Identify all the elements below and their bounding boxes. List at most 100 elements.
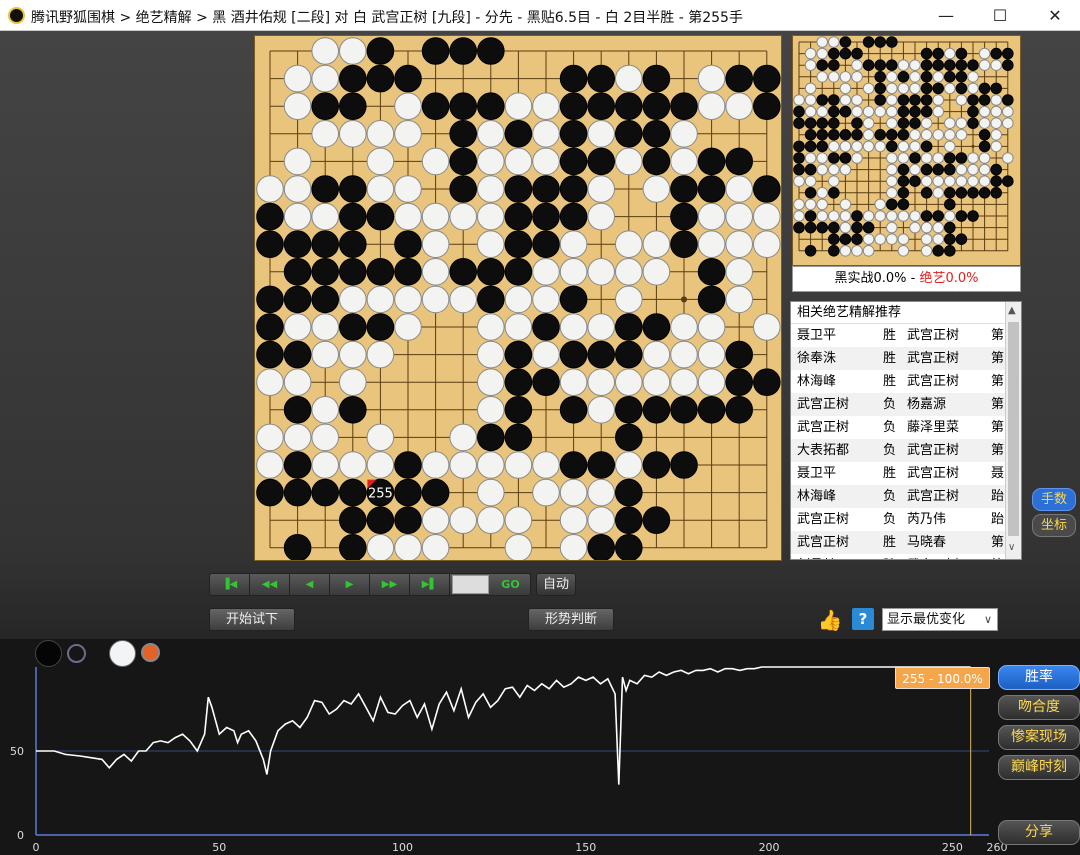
white-stone bbox=[283, 175, 312, 203]
forward-many-icon[interactable]: ▶▶ bbox=[370, 574, 410, 595]
black-ai-toggle[interactable] bbox=[67, 644, 86, 663]
black-stone bbox=[449, 120, 477, 148]
black-stone bbox=[587, 534, 615, 560]
recommend-row[interactable]: 大表拓都 负武宫正树 第 bbox=[791, 439, 1021, 462]
winrate-line bbox=[36, 666, 971, 785]
black-stone bbox=[670, 175, 698, 203]
recommend-row[interactable]: 武宫正树 负芮乃伟 跆 bbox=[791, 508, 1021, 531]
match-rate-button[interactable]: 吻合度 bbox=[998, 695, 1080, 720]
recommend-row[interactable]: 武宫正树 胜马晓春 第 bbox=[791, 531, 1021, 554]
back-one-icon[interactable]: ◀ bbox=[290, 574, 330, 595]
white-stone bbox=[670, 120, 698, 148]
white-stone bbox=[967, 175, 979, 187]
auto-play-button[interactable]: 自动 bbox=[536, 573, 576, 596]
white-stone bbox=[477, 313, 505, 341]
scroll-down-icon[interactable]: ∨ bbox=[1008, 542, 1015, 553]
recommend-row[interactable]: 武宫正树 负藤泽里菜 第 bbox=[791, 416, 1021, 439]
black-stone bbox=[504, 175, 533, 203]
black-stone bbox=[366, 202, 395, 231]
recommend-row[interactable]: 刘昌赫 胜 武宫正树 第 bbox=[791, 554, 1021, 559]
go-board-canvas[interactable]: 255 bbox=[255, 36, 781, 560]
black-stone bbox=[394, 230, 422, 258]
show-coordinates-button[interactable]: 坐标 bbox=[1032, 514, 1076, 537]
black-stone bbox=[932, 47, 944, 60]
white-ai-toggle[interactable] bbox=[141, 643, 160, 662]
forward-one-icon[interactable]: ▶ bbox=[330, 574, 370, 595]
white-stone bbox=[955, 117, 968, 129]
back-many-icon[interactable]: ◀◀ bbox=[250, 574, 290, 595]
recommend-scrollbar[interactable]: ▲ ∨ bbox=[1005, 302, 1021, 559]
black-stone bbox=[283, 230, 312, 258]
go-button[interactable]: GO bbox=[492, 573, 529, 596]
share-button[interactable]: 分享 bbox=[998, 820, 1080, 845]
black-stone bbox=[944, 198, 956, 211]
start-try-button[interactable]: 开始试下 bbox=[209, 608, 295, 631]
recommend-row[interactable]: 林海峰 负武宫正树 跆 bbox=[791, 485, 1021, 508]
black-stone bbox=[615, 120, 643, 148]
black-stone bbox=[909, 175, 921, 187]
black-stone bbox=[587, 92, 616, 120]
white-stone bbox=[394, 534, 422, 560]
recommend-row[interactable]: 林海峰 胜武宫正树 第 bbox=[791, 370, 1021, 393]
go-board[interactable]: 255 bbox=[254, 35, 782, 561]
white-stone bbox=[477, 175, 505, 203]
recommend-event: 第 bbox=[991, 420, 1005, 435]
scroll-up-icon[interactable]: ▲ bbox=[1008, 305, 1016, 316]
black-player-toggle[interactable] bbox=[35, 640, 62, 667]
white-stone bbox=[642, 175, 671, 203]
white-stone bbox=[587, 120, 616, 148]
last-move-icon[interactable]: ▶▌ bbox=[410, 574, 450, 595]
recommend-row[interactable]: 武宫正树 负杨嘉源 第 bbox=[791, 393, 1021, 416]
maximize-button[interactable]: ☐ bbox=[976, 0, 1024, 31]
close-button[interactable]: ✕ bbox=[1031, 0, 1079, 31]
black-stone bbox=[642, 451, 671, 479]
white-stone bbox=[394, 285, 422, 314]
white-stone bbox=[874, 105, 886, 118]
white-stone bbox=[874, 140, 886, 153]
black-stone bbox=[944, 221, 956, 234]
variation-select[interactable]: 显示最优变化 ∨ bbox=[882, 608, 998, 631]
help-icon[interactable]: ? bbox=[852, 608, 874, 630]
recommend-player-b: 芮乃伟 bbox=[907, 512, 947, 527]
minimize-button[interactable]: — bbox=[922, 0, 970, 31]
black-stone bbox=[978, 94, 991, 106]
white-stone bbox=[477, 340, 505, 369]
black-stone bbox=[804, 210, 817, 222]
white-stone bbox=[909, 210, 921, 222]
recommend-player-b: 马晓春 bbox=[907, 535, 947, 550]
black-stone bbox=[559, 92, 588, 120]
white-stone bbox=[886, 82, 898, 95]
white-stone bbox=[532, 258, 560, 286]
recommend-row[interactable]: 聂卫平 胜武宫正树 第 bbox=[791, 324, 1021, 347]
scroll-thumb[interactable] bbox=[1008, 322, 1019, 536]
thumbs-up-icon[interactable]: 👍 bbox=[816, 607, 844, 633]
black-stone bbox=[874, 59, 886, 72]
recommend-player-b: 武宫正树 bbox=[907, 374, 960, 389]
recommend-row[interactable]: 聂卫平 胜武宫正树 聂 bbox=[791, 462, 1021, 485]
white-stone bbox=[532, 478, 560, 507]
white-stone bbox=[366, 175, 395, 203]
black-stone bbox=[642, 506, 671, 535]
white-stone bbox=[559, 230, 588, 258]
black-stone bbox=[874, 82, 886, 95]
show-move-numbers-button[interactable]: 手数 bbox=[1032, 488, 1076, 511]
white-stone bbox=[449, 285, 477, 314]
black-stone bbox=[793, 140, 805, 153]
recommend-row[interactable]: 徐奉洙 胜武宫正树 第 bbox=[791, 347, 1021, 370]
black-stone bbox=[816, 129, 829, 141]
winrate-button[interactable]: 胜率 bbox=[998, 665, 1080, 690]
black-stone bbox=[642, 64, 671, 93]
peak-moment-button[interactable]: 巅峰时刻 bbox=[998, 755, 1080, 780]
title-bar: 腾讯野狐围棋 > 绝艺精解 > 黑 酒井佑规 [二段] 对 白 武宫正树 [九段… bbox=[0, 0, 1080, 31]
white-stone bbox=[587, 368, 616, 397]
white-stone bbox=[697, 340, 726, 369]
white-player-toggle[interactable] bbox=[109, 640, 136, 667]
move-number-input[interactable] bbox=[452, 575, 489, 594]
situation-judge-button[interactable]: 形势判断 bbox=[528, 608, 614, 631]
black-stone bbox=[725, 340, 754, 369]
black-stone bbox=[532, 202, 560, 231]
first-move-icon[interactable]: ▐◀ bbox=[210, 574, 250, 595]
white-stone bbox=[421, 258, 450, 286]
tragic-moment-button[interactable]: 惨案现场 bbox=[998, 725, 1080, 750]
black-stone bbox=[339, 534, 367, 560]
